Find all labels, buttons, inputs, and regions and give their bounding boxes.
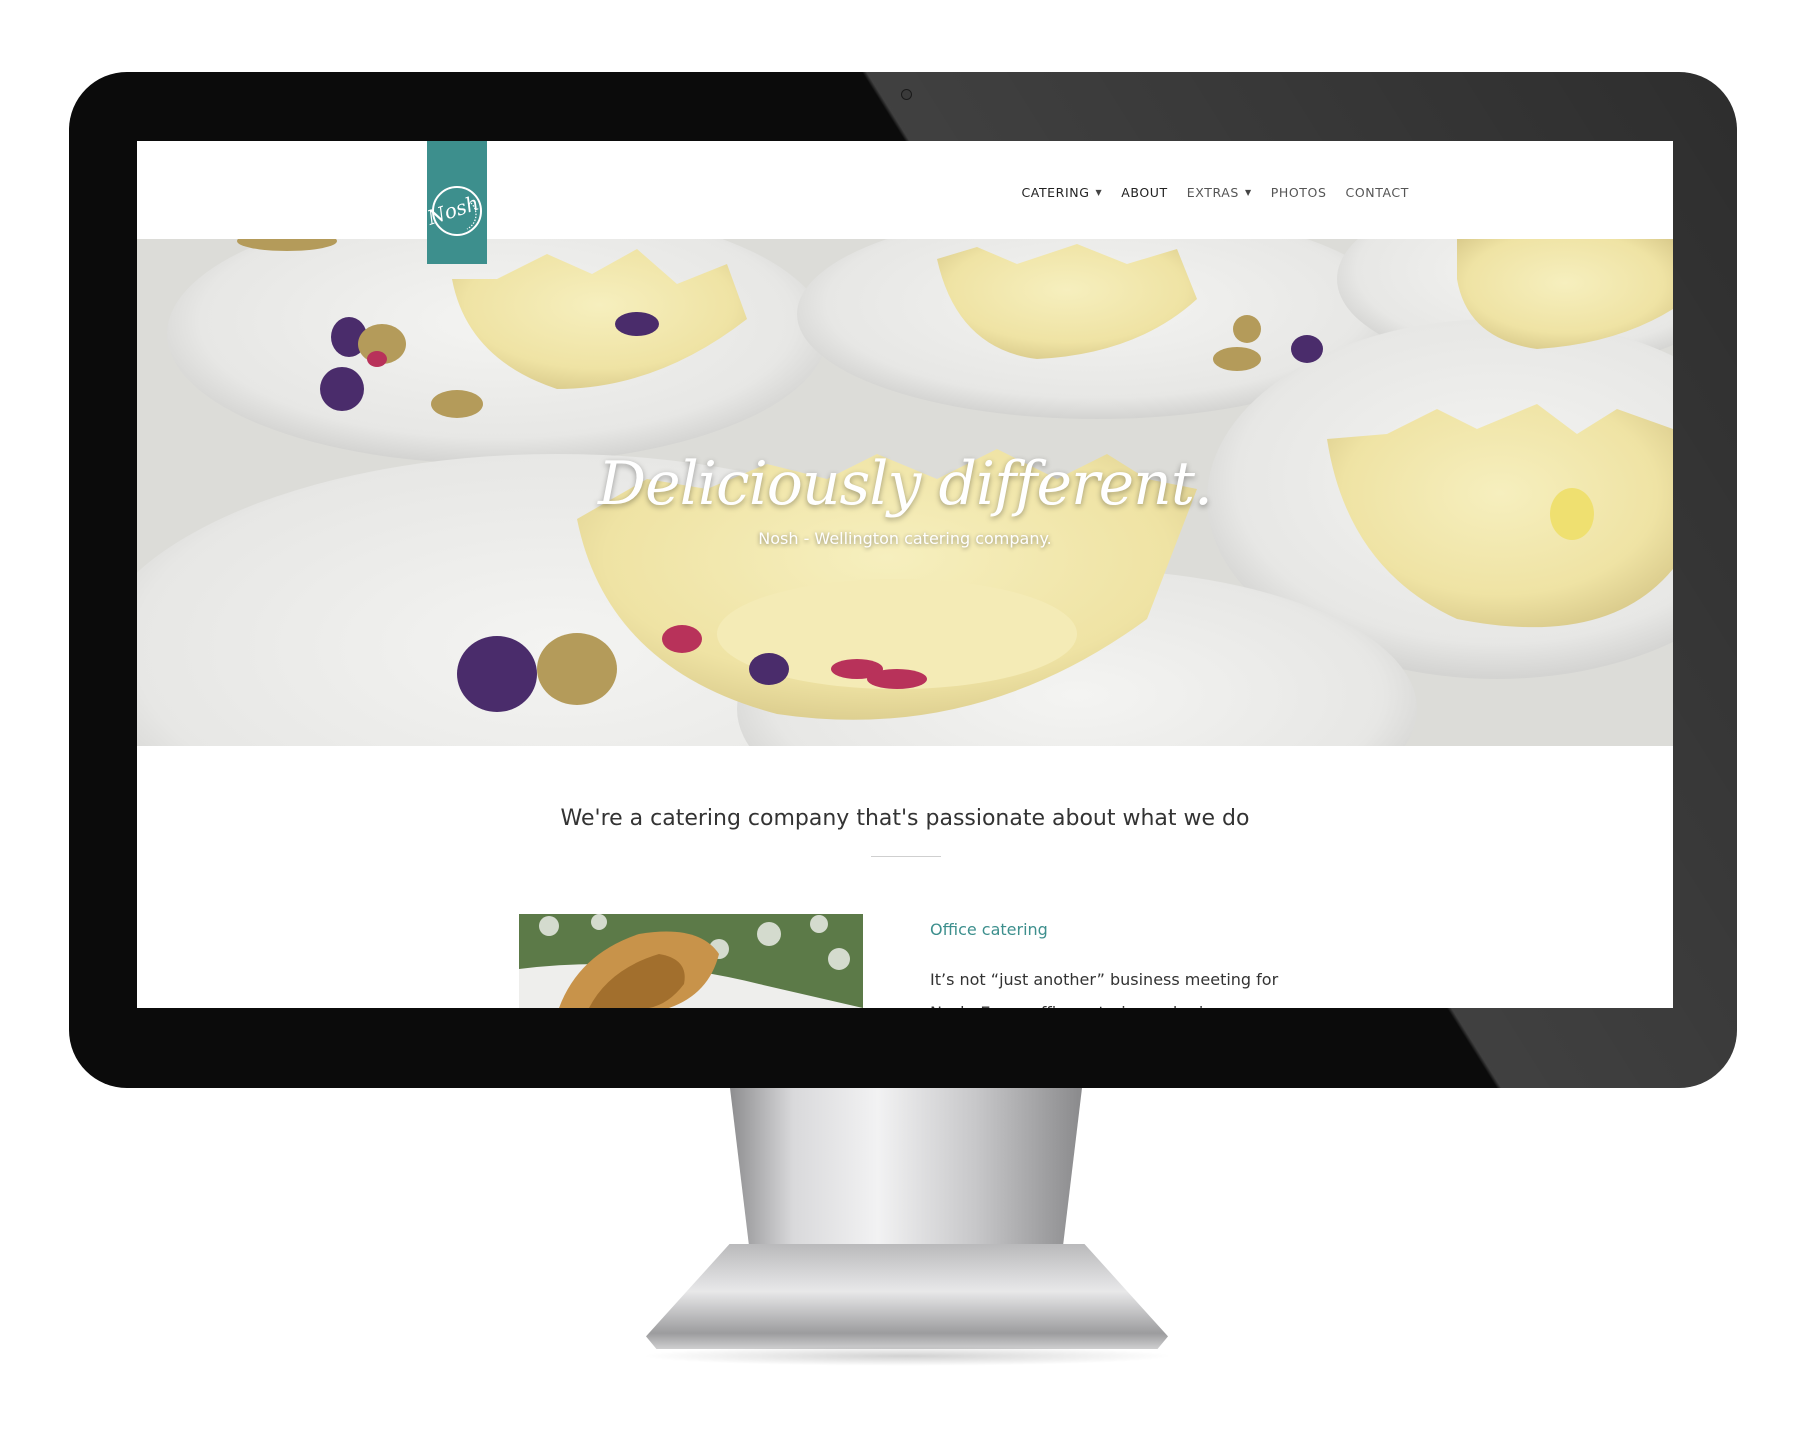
caret-down-icon: ▼ bbox=[1095, 188, 1103, 197]
feature-text-line: It’s not “just another” business meeting… bbox=[930, 970, 1279, 989]
monitor-shadow bbox=[640, 1346, 1174, 1366]
nav-item-extras[interactable]: EXTRAS ▼ bbox=[1187, 185, 1252, 200]
hero-subtitle: Nosh - Wellington catering company. bbox=[758, 529, 1052, 548]
hero-banner: Deliciously different. Nosh - Wellington… bbox=[137, 239, 1673, 746]
feature-text: It’s not “just another” business meeting… bbox=[930, 963, 1290, 1008]
pastry-photo bbox=[519, 914, 863, 1008]
feature-text-line: Nosh. Every office catering order is a bbox=[930, 996, 1290, 1008]
caret-down-icon: ▼ bbox=[1244, 188, 1252, 197]
hero-title: Deliciously different. bbox=[597, 449, 1213, 519]
nav-label-contact: CONTACT bbox=[1345, 185, 1409, 200]
site-logo[interactable]: Nosh Nosh THE CATERING COMPANY bbox=[427, 141, 487, 264]
site-header bbox=[137, 141, 1673, 239]
webcam bbox=[901, 89, 912, 100]
feature-title[interactable]: Office catering bbox=[930, 920, 1048, 939]
nav-item-contact[interactable]: CONTACT bbox=[1346, 185, 1409, 200]
nav-item-about[interactable]: ABOUT bbox=[1121, 185, 1168, 200]
nav-label-catering: CATERING bbox=[1021, 185, 1090, 200]
nav-item-photos[interactable]: PHOTOS bbox=[1271, 185, 1327, 200]
nav-label-extras: EXTRAS bbox=[1186, 185, 1239, 200]
nav-label-photos: PHOTOS bbox=[1270, 185, 1327, 200]
svg-text:Nosh: Nosh bbox=[427, 191, 482, 230]
logo-tagline: THE CATERING COMPANY bbox=[427, 141, 428, 142]
intro-heading: We're a catering company that's passiona… bbox=[560, 806, 1250, 831]
nav-label-about: ABOUT bbox=[1121, 185, 1168, 200]
main-nav: CATERING ▼ ABOUT EXTRAS ▼ PHOTOS CONTACT bbox=[1021, 185, 1409, 200]
divider bbox=[871, 856, 941, 857]
monitor-stand-base bbox=[646, 1244, 1168, 1349]
website-screen: Nosh Nosh THE CATERING COMPANY CATERING … bbox=[137, 141, 1673, 1008]
logo-mark-icon: Nosh bbox=[427, 186, 482, 236]
nav-item-catering[interactable]: CATERING ▼ bbox=[1021, 185, 1102, 200]
office-catering-image[interactable] bbox=[519, 914, 863, 1008]
